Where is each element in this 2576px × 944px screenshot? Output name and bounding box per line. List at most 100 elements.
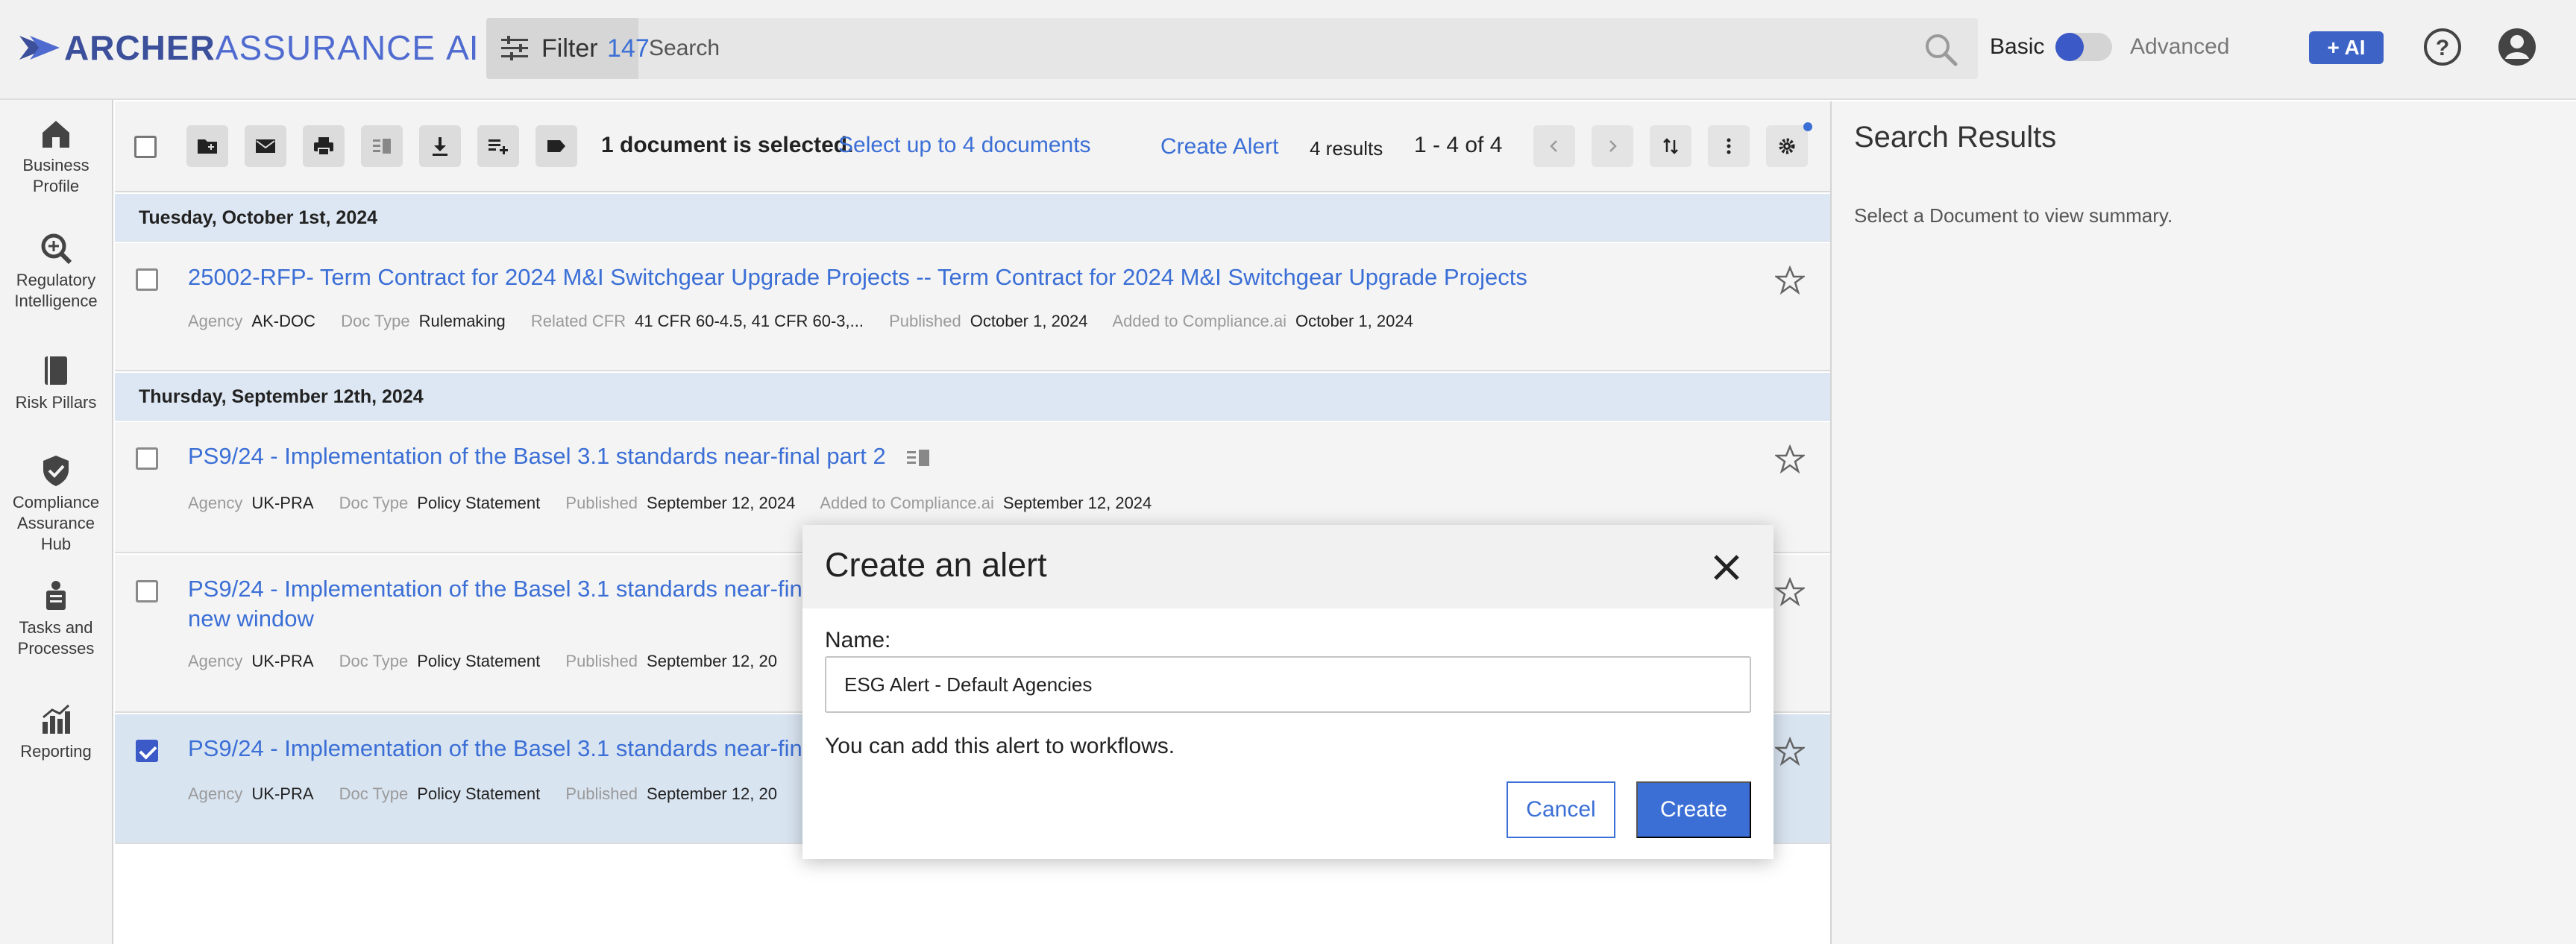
create-alert-link[interactable]: Create Alert — [1160, 134, 1278, 160]
basic-mode-label[interactable]: Basic — [1990, 34, 2044, 60]
alert-name-input[interactable] — [825, 656, 1751, 713]
document-title[interactable]: PS9/24 - Implementation of the Basel 3.1… — [188, 443, 886, 469]
logo-word-assurance: ASSURANCE — [215, 28, 436, 67]
nav-label: Reporting — [20, 742, 92, 761]
toggle-knob — [2055, 33, 2084, 61]
add-to-folder-button[interactable] — [186, 125, 228, 167]
document-metadata: Agency UK-PRA Doc Type Policy Statement Pu… — [188, 652, 798, 671]
meta-related-cfr: 41 CFR 60-4.5, 41 CFR 60-3,... — [635, 312, 864, 330]
chevron-right-icon — [1609, 140, 1617, 152]
meta-doc-type: Policy Statement — [417, 652, 541, 670]
chart-icon — [43, 704, 70, 734]
row-checkbox[interactable] — [136, 447, 158, 470]
nav-tasks-and-processes[interactable]: Tasks and Processes — [0, 579, 112, 659]
printer-icon — [314, 137, 333, 156]
document-metadata: Agency UK-PRA Doc Type Policy Statement Pu… — [188, 494, 1172, 513]
advanced-mode-label[interactable]: Advanced — [2130, 34, 2229, 60]
row-checkbox[interactable] — [136, 268, 158, 291]
nav-label: Compliance Assurance Hub — [12, 493, 100, 553]
meta-key-agency: Agency — [188, 494, 243, 512]
download-button[interactable] — [419, 125, 461, 167]
magnify-icon — [41, 233, 72, 265]
summary-doc-icon[interactable] — [905, 447, 932, 469]
row-checkbox-checked[interactable] — [136, 740, 158, 762]
add-to-list-button[interactable] — [477, 125, 519, 167]
meta-key-added: Added to Compliance.ai — [820, 494, 994, 512]
clipboard-icon — [46, 581, 66, 610]
logo-word-archer: ARCHER — [64, 28, 216, 67]
create-button[interactable]: Create — [1636, 781, 1751, 838]
filter-button[interactable]: Filter 147 — [486, 18, 650, 79]
results-toolbar: 1 document is selected. Select up to 4 d… — [115, 101, 1830, 192]
meta-doc-type: Policy Statement — [417, 494, 541, 512]
shield-check-icon — [43, 456, 69, 486]
create-alert-dialog: Create an alert Name: You can add this a… — [802, 525, 1774, 859]
row-checkbox[interactable] — [136, 580, 158, 602]
meta-key-agency: Agency — [188, 652, 243, 670]
meta-agency: UK-PRA — [251, 494, 314, 512]
next-page-button[interactable] — [1592, 125, 1633, 167]
settings-button[interactable] — [1766, 125, 1808, 167]
filter-count: 147 — [607, 34, 650, 63]
envelope-icon — [256, 139, 275, 153]
nav-compliance-assurance-hub[interactable]: Compliance Assurance Hub — [0, 453, 112, 555]
cancel-button[interactable]: Cancel — [1507, 781, 1615, 838]
archer-logo[interactable]: ARCHER ASSURANCE AI — [19, 27, 479, 69]
meta-agency: UK-PRA — [251, 652, 314, 670]
previous-page-button[interactable] — [1533, 125, 1575, 167]
meta-key-doc-type: Doc Type — [339, 652, 409, 670]
label-button[interactable] — [535, 125, 577, 167]
email-button[interactable] — [245, 125, 286, 167]
print-button[interactable] — [303, 125, 345, 167]
notification-dot — [1803, 122, 1812, 131]
tag-icon — [547, 140, 565, 152]
dialog-title: Create an alert — [825, 546, 1047, 584]
nav-risk-pillars[interactable]: Risk Pillars — [0, 353, 112, 413]
more-options-button[interactable] — [1708, 125, 1750, 167]
meta-key-doc-type: Doc Type — [339, 494, 409, 512]
sort-button[interactable] — [1650, 125, 1691, 167]
star-icon[interactable] — [1775, 444, 1805, 474]
search-mode-toggle[interactable] — [2055, 33, 2112, 61]
document-row[interactable]: 25002-RFP- Term Contract for 2024 M&I Sw… — [115, 243, 1830, 371]
nav-business-profile[interactable]: Business Profile — [0, 116, 112, 197]
svg-text:?: ? — [2436, 36, 2449, 60]
top-bar: ARCHER ASSURANCE AI Filter 147 Basic Adv… — [0, 0, 2576, 100]
user-account-icon[interactable] — [2497, 27, 2537, 67]
meta-key-doc-type: Doc Type — [339, 784, 409, 803]
logo-word-ai: AI — [446, 28, 479, 67]
dialog-header: Create an alert — [802, 525, 1774, 608]
help-icon[interactable]: ? — [2422, 27, 2463, 67]
meta-key-related-cfr: Related CFR — [530, 312, 626, 330]
meta-agency: AK-DOC — [251, 312, 315, 330]
dialog-note: You can add this alert to workflows. — [825, 734, 1175, 758]
select-all-checkbox[interactable] — [134, 136, 157, 158]
search-icon[interactable] — [1923, 31, 1958, 67]
logo-chevron-icon — [19, 36, 60, 60]
nav-reporting[interactable]: Reporting — [0, 702, 112, 762]
select-up-to-link[interactable]: Select up to 4 documents — [838, 133, 1091, 158]
star-icon[interactable] — [1775, 737, 1805, 767]
meta-doc-type: Policy Statement — [417, 784, 541, 803]
book-icon — [45, 356, 67, 385]
summary-view-button[interactable] — [361, 125, 403, 167]
close-icon[interactable] — [1708, 549, 1745, 586]
meta-key-agency: Agency — [188, 784, 243, 803]
date-group-header: Tuesday, October 1st, 2024 — [115, 194, 1830, 242]
playlist-add-icon — [489, 139, 508, 154]
sliders-icon — [501, 36, 528, 60]
star-icon[interactable] — [1775, 577, 1805, 607]
nav-label: Regulatory Intelligence — [14, 271, 98, 310]
nav-regulatory-intelligence[interactable]: Regulatory Intelligence — [0, 231, 112, 312]
date-group-header: Thursday, September 12th, 2024 — [115, 373, 1830, 421]
document-title[interactable]: 25002-RFP- Term Contract for 2024 M&I Sw… — [188, 262, 1605, 292]
filter-label: Filter — [541, 34, 598, 63]
chevron-left-icon — [1550, 140, 1557, 152]
document-title-wrap: PS9/24 - Implementation of the Basel 3.1… — [188, 441, 1605, 471]
star-icon[interactable] — [1775, 265, 1805, 295]
ai-button[interactable]: + AI — [2309, 31, 2384, 64]
panel-title: Search Results — [1854, 121, 2057, 154]
home-icon — [43, 121, 69, 148]
meta-published: October 1, 2024 — [970, 312, 1088, 330]
search-input[interactable] — [649, 24, 1917, 73]
